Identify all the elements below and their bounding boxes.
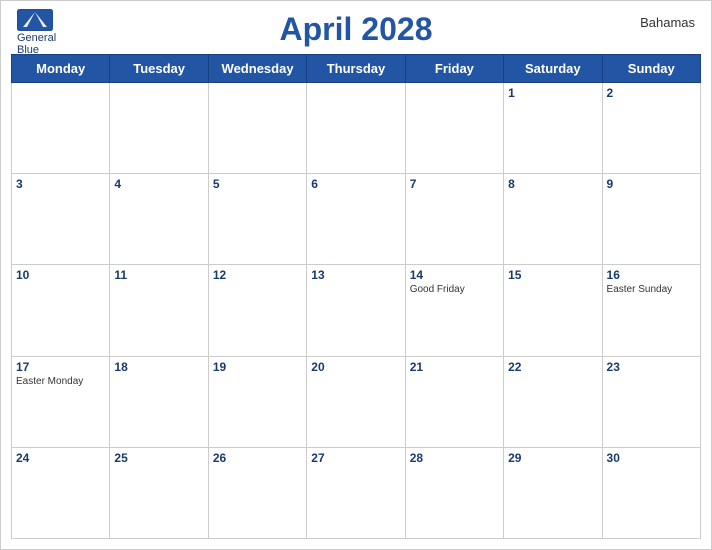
day-number: 27 [311, 451, 400, 465]
calendar-cell: 30 [602, 447, 700, 538]
calendar-cell: 15 [504, 265, 602, 356]
day-number: 23 [607, 360, 696, 374]
calendar-week-row: 12 [12, 83, 701, 174]
logo-text-line2: Blue [17, 44, 39, 56]
calendar-cell [208, 83, 306, 174]
calendar-cell [110, 83, 208, 174]
holiday-label: Easter Monday [16, 376, 105, 388]
day-number: 1 [508, 86, 597, 100]
weekday-header-tuesday: Tuesday [110, 55, 208, 83]
day-number: 7 [410, 177, 499, 191]
day-number: 5 [213, 177, 302, 191]
calendar-cell: 18 [110, 356, 208, 447]
month-title: April 2028 [280, 11, 433, 48]
generalblue-logo-icon [17, 9, 53, 31]
calendar-week-row: 24 25 26 27 28 29 30 [12, 447, 701, 538]
day-number: 20 [311, 360, 400, 374]
calendar-cell: 25 [110, 447, 208, 538]
calendar-cell: 22 [504, 356, 602, 447]
day-number: 9 [607, 177, 696, 191]
calendar-cell: 7 [405, 174, 503, 265]
day-number: 19 [213, 360, 302, 374]
calendar-cell [307, 83, 405, 174]
day-number: 15 [508, 268, 597, 282]
logo-text-line1: General [17, 32, 56, 44]
calendar-cell: 23 [602, 356, 700, 447]
calendar-cell [12, 83, 110, 174]
country-label: Bahamas [640, 15, 695, 30]
day-number: 18 [114, 360, 203, 374]
calendar-week-row: 10 11 12 13 14 Good Friday 15 16 Easter Sunday [12, 265, 701, 356]
calendar-cell: 3 [12, 174, 110, 265]
calendar-cell: 14 Good Friday [405, 265, 503, 356]
weekday-header-monday: Monday [12, 55, 110, 83]
day-number: 30 [607, 451, 696, 465]
calendar-cell: 1 [504, 83, 602, 174]
day-number: 25 [114, 451, 203, 465]
calendar-cell: 12 [208, 265, 306, 356]
day-number: 4 [114, 177, 203, 191]
weekday-header-wednesday: Wednesday [208, 55, 306, 83]
calendar-cell [405, 83, 503, 174]
day-number: 3 [16, 177, 105, 191]
calendar-table: MondayTuesdayWednesdayThursdayFridaySatu… [11, 54, 701, 539]
day-number: 26 [213, 451, 302, 465]
calendar-cell: 29 [504, 447, 602, 538]
day-number: 11 [114, 268, 203, 282]
day-number: 21 [410, 360, 499, 374]
calendar-cell: 2 [602, 83, 700, 174]
calendar-cell: 26 [208, 447, 306, 538]
day-number: 6 [311, 177, 400, 191]
calendar-cell: 28 [405, 447, 503, 538]
calendar-week-row: 3456789 [12, 174, 701, 265]
day-number: 29 [508, 451, 597, 465]
calendar-cell: 27 [307, 447, 405, 538]
logo: General Blue [17, 9, 56, 56]
weekday-header-friday: Friday [405, 55, 503, 83]
calendar-cell: 10 [12, 265, 110, 356]
calendar-cell: 5 [208, 174, 306, 265]
day-number: 10 [16, 268, 105, 282]
day-number: 24 [16, 451, 105, 465]
calendar-cell: 6 [307, 174, 405, 265]
calendar-page: General Blue April 2028 Bahamas MondayTu… [0, 0, 712, 550]
day-number: 28 [410, 451, 499, 465]
day-number: 22 [508, 360, 597, 374]
holiday-label: Good Friday [410, 284, 499, 296]
day-number: 12 [213, 268, 302, 282]
calendar-cell: 21 [405, 356, 503, 447]
calendar-cell: 11 [110, 265, 208, 356]
calendar-cell: 9 [602, 174, 700, 265]
day-number: 8 [508, 177, 597, 191]
weekday-header-row: MondayTuesdayWednesdayThursdayFridaySatu… [12, 55, 701, 83]
calendar-cell: 17 Easter Monday [12, 356, 110, 447]
calendar-cell: 4 [110, 174, 208, 265]
calendar-cell: 13 [307, 265, 405, 356]
weekday-header-saturday: Saturday [504, 55, 602, 83]
calendar-cell: 8 [504, 174, 602, 265]
weekday-header-thursday: Thursday [307, 55, 405, 83]
day-number: 13 [311, 268, 400, 282]
weekday-header-sunday: Sunday [602, 55, 700, 83]
day-number: 16 [607, 268, 696, 282]
holiday-label: Easter Sunday [607, 284, 696, 296]
day-number: 17 [16, 360, 105, 374]
day-number: 2 [607, 86, 696, 100]
calendar-cell: 20 [307, 356, 405, 447]
calendar-cell: 16 Easter Sunday [602, 265, 700, 356]
day-number: 14 [410, 268, 499, 282]
calendar-cell: 19 [208, 356, 306, 447]
calendar-week-row: 17 Easter Monday 18 19 20 21 22 23 [12, 356, 701, 447]
header: General Blue April 2028 Bahamas [1, 1, 711, 54]
calendar-cell: 24 [12, 447, 110, 538]
calendar-container: MondayTuesdayWednesdayThursdayFridaySatu… [1, 54, 711, 549]
